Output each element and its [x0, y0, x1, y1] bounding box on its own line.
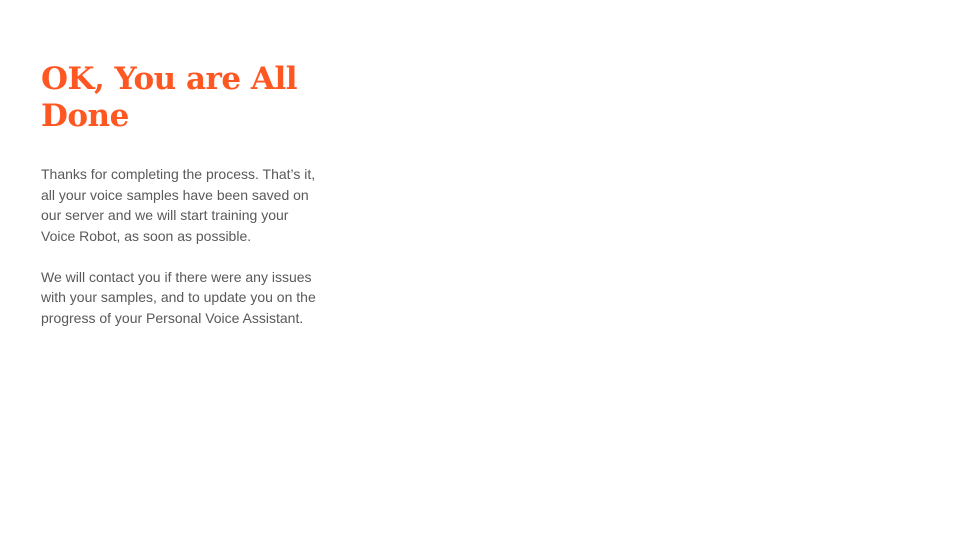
body-paragraph-1: Thanks for completing the process. That’…: [41, 166, 316, 244]
body-paragraph-2: We will contact you if there were any is…: [41, 268, 316, 326]
slide-body: Thanks for completing the process. That’…: [41, 164, 326, 349]
slide: OK, You are All Done Thanks for completi…: [0, 0, 960, 540]
slide-title: OK, You are All Done: [41, 61, 298, 134]
